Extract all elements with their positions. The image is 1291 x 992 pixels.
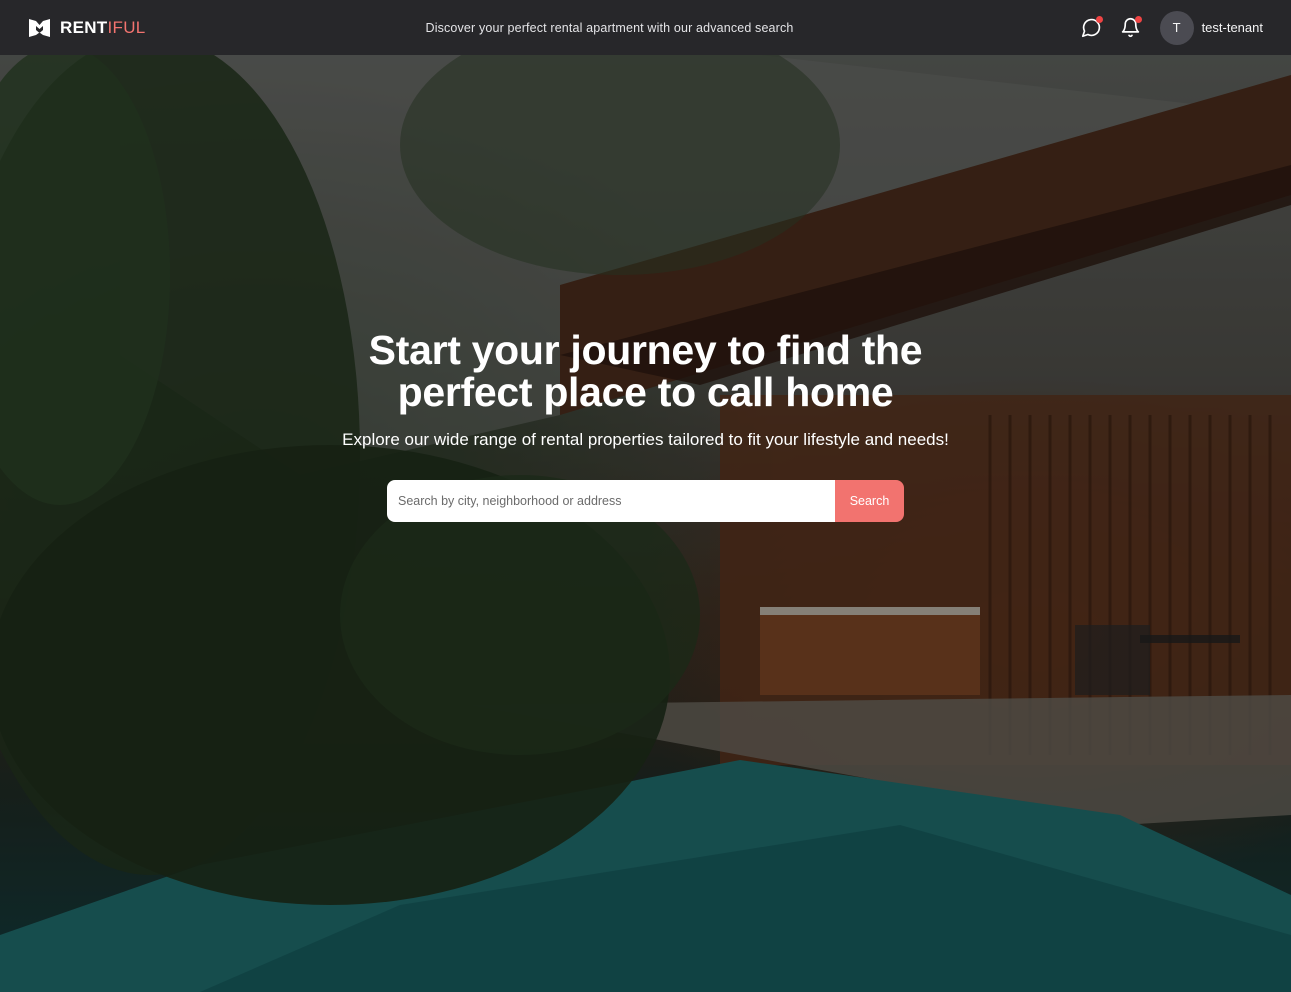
rentiful-logo-icon [29,18,50,37]
hero-content: Start your journey to find the perfect p… [0,329,1291,522]
messages-button[interactable] [1080,15,1104,40]
brand-name: RENTIFUL [60,18,146,38]
hero-headline: Start your journey to find the perfect p… [368,327,923,415]
brand-logo[interactable]: RENTIFUL [28,18,146,38]
brand-name-accent: IFUL [107,17,146,37]
top-navbar: RENTIFUL Discover your perfect rental ap… [0,0,1291,55]
hero-subheadline: Explore our wide range of rental propert… [342,430,949,449]
search-input[interactable] [387,480,835,522]
brand-name-primary: RENT [60,17,108,37]
hero-search-bar: Search [387,480,904,522]
messages-unread-dot [1095,15,1103,23]
hero-dark-overlay [0,55,1291,992]
search-button[interactable]: Search [835,480,904,522]
navbar-actions: T test-tenant [1080,10,1263,45]
navbar-tagline: Discover your perfect rental apartment w… [425,20,794,35]
username: test-tenant [1201,20,1263,35]
notifications-button[interactable] [1119,15,1143,40]
avatar: T [1159,10,1194,45]
user-menu[interactable]: T test-tenant [1159,10,1263,45]
notifications-unread-dot [1134,15,1142,23]
hero-section: Start your journey to find the perfect p… [0,55,1291,992]
